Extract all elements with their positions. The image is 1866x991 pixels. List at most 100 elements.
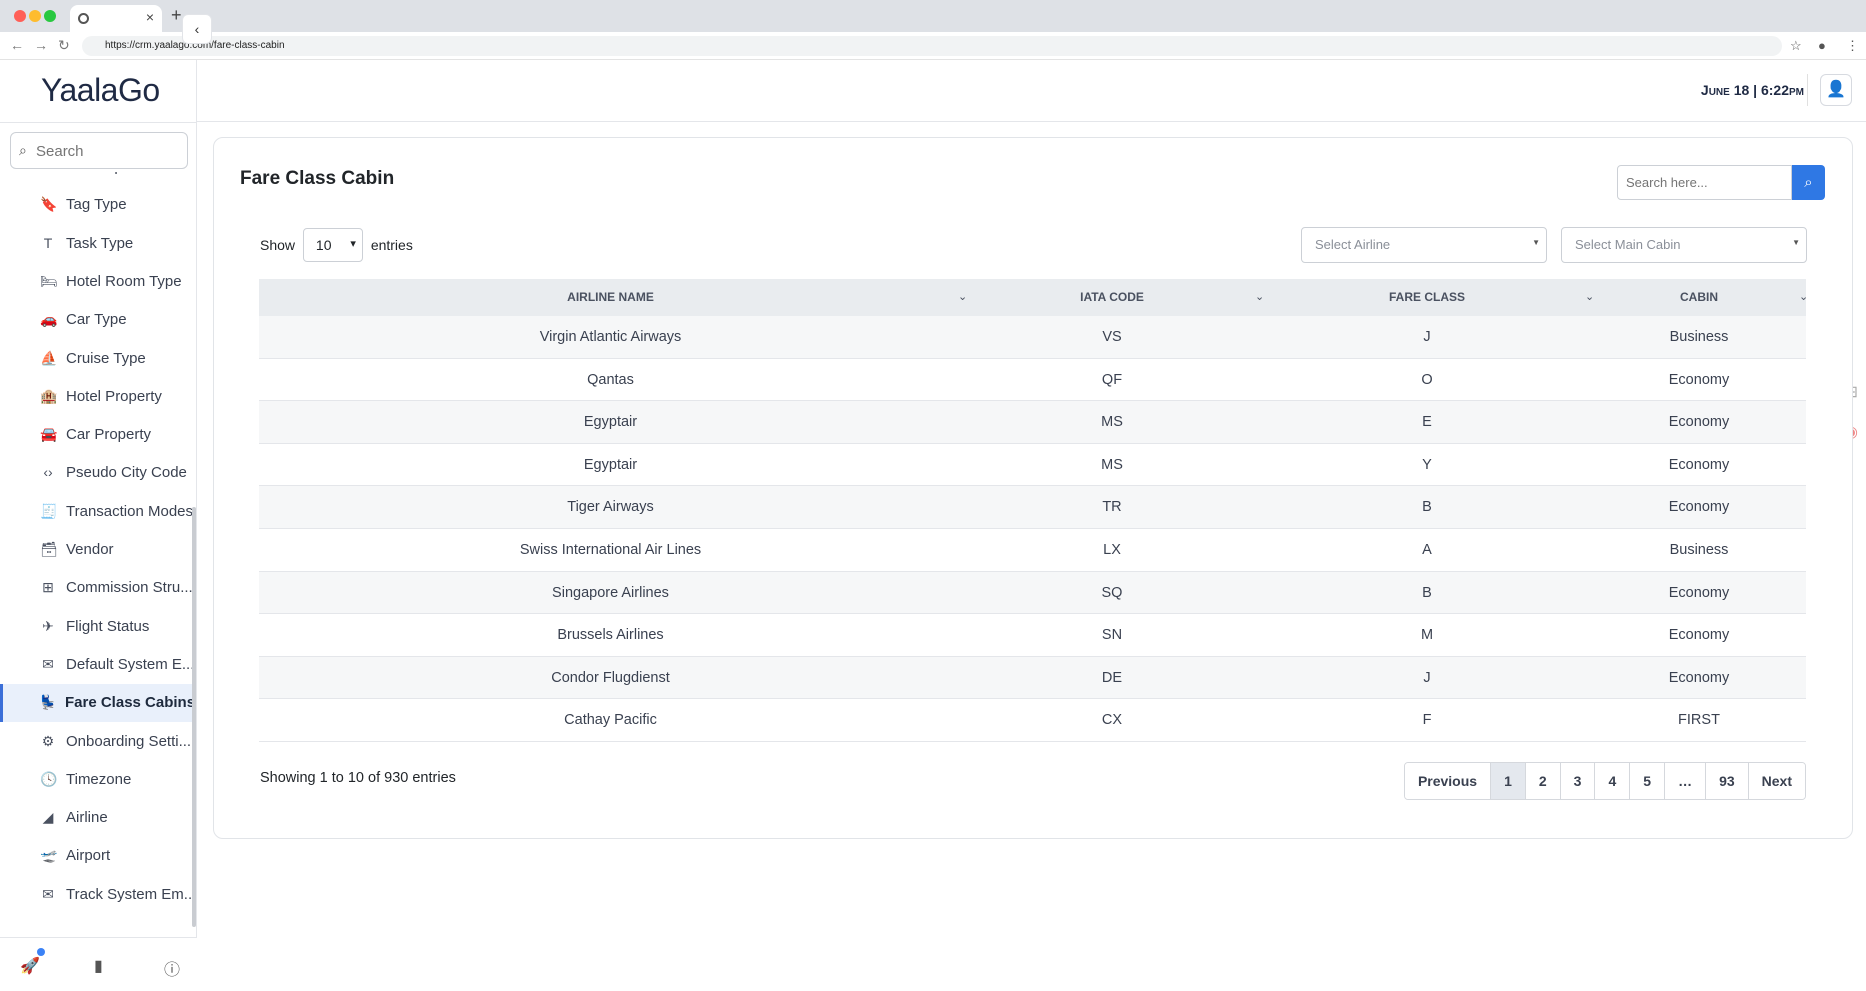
page-button[interactable]: 4 — [1595, 763, 1631, 799]
column-header-iata-code[interactable]: IATA CODE — [962, 279, 1262, 316]
cell-iata-code: VS — [1102, 329, 1122, 345]
table-row[interactable]: Swiss International Air Lines LX A Business — [259, 529, 1806, 572]
sidebar-scrollbar[interactable] — [192, 507, 196, 927]
new-tab-button[interactable]: + — [171, 5, 182, 26]
bookmark-star-icon[interactable]: ☆ — [1790, 38, 1802, 54]
previous-page-button[interactable]: Previous — [1404, 763, 1492, 799]
reload-icon[interactable]: ↻ — [58, 37, 70, 54]
sidebar-item[interactable]: 🕓 Timezone — [0, 761, 192, 799]
cabin-filter-select[interactable]: Select Main Cabin ▼ — [1561, 227, 1807, 263]
sidebar-item[interactable]: 🚗 Car Type — [0, 301, 192, 339]
fare-class-card: Fare Class Cabin ⌕ Show 10 ▾ entries Sel… — [213, 137, 1853, 839]
sidebar-item[interactable]: ✉ Default System E... — [0, 646, 192, 684]
table-header: AIRLINE NAME ⌄ IATA CODE ⌄ FARE CLASS ⌄ … — [259, 279, 1808, 316]
sort-chevron-icon[interactable]: ⌄ — [1799, 279, 1808, 316]
url-field[interactable]: https://crm.yaalago.com/fare-class-cabin — [82, 36, 1782, 56]
menu-kebab-icon[interactable]: ⋮ — [1846, 38, 1859, 54]
sidebar-search-input[interactable] — [36, 140, 181, 162]
page-length-select[interactable]: 10 ▾ — [302, 228, 363, 262]
cell-iata-code: MS — [1101, 414, 1123, 431]
close-tab-button[interactable]: × — [146, 9, 154, 25]
table-row[interactable]: Brussels Airlines SN M Economy — [259, 614, 1806, 657]
sidebar-item[interactable]: ✈ Flight Status — [0, 608, 192, 646]
sidebar-item[interactable]: 🗃 Vendor — [0, 531, 192, 569]
app-logo[interactable]: YaalaGo — [41, 72, 160, 109]
bookmark-icon: 🔖 — [40, 196, 58, 213]
cell-fare-class: O — [1421, 371, 1433, 388]
column-header-cabin[interactable]: CABIN — [1592, 279, 1806, 316]
receipt-icon: 🧾 — [40, 502, 58, 519]
sidebar-item[interactable]: 🔖 Tag Type — [0, 186, 192, 224]
sidebar-item[interactable]: 💺 Fare Class Cabins — [0, 684, 192, 723]
search-button[interactable]: ⌕ — [1792, 165, 1825, 200]
sidebar-divider — [0, 122, 197, 123]
table-row[interactable]: Cathay Pacific CX F FIRST — [259, 699, 1806, 742]
caret-down-icon: ▼ — [1532, 238, 1540, 247]
table-row[interactable]: Egyptair MS Y Economy — [259, 444, 1806, 487]
next-page-button[interactable]: Next — [1748, 763, 1805, 799]
table-search[interactable] — [1617, 165, 1792, 200]
cell-cabin: Economy — [1668, 371, 1730, 388]
column-header-airline-name[interactable]: AIRLINE NAME — [259, 279, 962, 316]
sidebar-item[interactable]: 🚘 Car Property — [0, 416, 192, 454]
sidebar-item[interactable]: 🏨 Hotel Property — [0, 378, 192, 416]
forward-icon[interactable]: → — [34, 37, 48, 53]
page-button[interactable]: 1 — [1491, 763, 1526, 799]
sidebar-item-label: Default System E... — [66, 655, 192, 673]
airline-filter-placeholder: Select Airline — [1315, 237, 1391, 252]
cell-iata-code: SQ — [1101, 584, 1123, 601]
table-search-input[interactable] — [1618, 166, 1791, 199]
sidebar-item-label: Task Type — [66, 234, 134, 252]
sidebar-item[interactable]: ‹› Pseudo City Code — [0, 454, 192, 492]
help-icon[interactable]: ⓘ — [164, 956, 180, 980]
page-button[interactable]: 5 — [1630, 763, 1666, 799]
sidebar-item[interactable]: 🛏 Hotel Room Type — [0, 263, 192, 301]
browser-tab[interactable]: × — [70, 5, 162, 32]
sidebar-item-label: Airline — [66, 809, 108, 827]
sidebar-item[interactable]: ◢ Airline — [0, 799, 192, 837]
close-window-button[interactable] — [14, 10, 26, 22]
pagination-ellipsis[interactable]: … — [1665, 763, 1707, 799]
sidebar-collapse-button[interactable]: ‹ — [182, 14, 212, 44]
cell-cabin: Economy — [1668, 499, 1730, 516]
page-button[interactable]: 93 — [1706, 763, 1749, 799]
page-button[interactable]: 2 — [1525, 763, 1561, 799]
sidebar-item[interactable]: ✉ Track System Em... — [0, 876, 192, 914]
cell-fare-class: B — [1422, 499, 1432, 516]
cell-cabin: Business — [1669, 329, 1729, 345]
table-row[interactable]: Singapore Airlines SQ B Economy — [259, 571, 1806, 615]
table-row[interactable]: Virgin Atlantic Airways VS J Business — [259, 316, 1806, 359]
cell-fare-class: E — [1422, 414, 1432, 431]
table-row[interactable]: Tiger Airways TR B Economy — [259, 486, 1806, 529]
plane-departure-icon: 🛫 — [40, 847, 58, 864]
sidebar-item[interactable]: 🛫 Airport — [0, 837, 192, 875]
table-row[interactable]: Condor Flugdienst DE J Economy — [259, 656, 1806, 700]
fare-class-table: AIRLINE NAME ⌄ IATA CODE ⌄ FARE CLASS ⌄ … — [259, 279, 1808, 742]
sidebar-item[interactable]: ⚙ Onboarding Setti... — [0, 723, 192, 761]
profile-icon[interactable]: ● — [1818, 38, 1826, 53]
sidebar-item[interactable]: T Task Type — [0, 225, 192, 263]
column-header-fare-class[interactable]: FARE CLASS — [1262, 279, 1592, 316]
page-button[interactable]: 3 — [1560, 763, 1596, 799]
sidebar-item[interactable]: ▪ Meal Option — [0, 172, 192, 186]
rocket-icon[interactable]: 🚀 — [20, 956, 40, 976]
user-menu-button[interactable]: 👤 — [1820, 74, 1852, 106]
maximize-window-button[interactable] — [44, 10, 56, 22]
sidebar-item-label: Car Type — [66, 311, 127, 329]
sidebar-item-label: Hotel Room Type — [66, 272, 182, 290]
back-icon[interactable]: ← — [10, 37, 24, 53]
sidebar-item-label: Onboarding Setti... — [66, 732, 192, 750]
tail-icon: ◢ — [42, 809, 54, 826]
airline-filter-select[interactable]: Select Airline ▼ — [1301, 227, 1547, 263]
table-row[interactable]: Egyptair MS E Economy — [259, 401, 1806, 444]
sidebar-search[interactable]: ⌕ — [10, 132, 188, 169]
caret-down-icon: ▼ — [1792, 238, 1800, 247]
table-row[interactable]: Qantas QF O Economy — [259, 359, 1806, 402]
sidebar-item[interactable]: 🧾 Transaction Modes — [0, 493, 192, 531]
topbar-separator — [1807, 74, 1808, 106]
minimize-window-button[interactable] — [29, 10, 41, 22]
document-icon[interactable]: ▮ — [94, 956, 103, 976]
sidebar-item[interactable]: ⊞ Commission Stru... — [0, 569, 192, 607]
text-icon: T — [43, 234, 53, 251]
sidebar-item[interactable]: ⛵ Cruise Type — [0, 340, 192, 378]
